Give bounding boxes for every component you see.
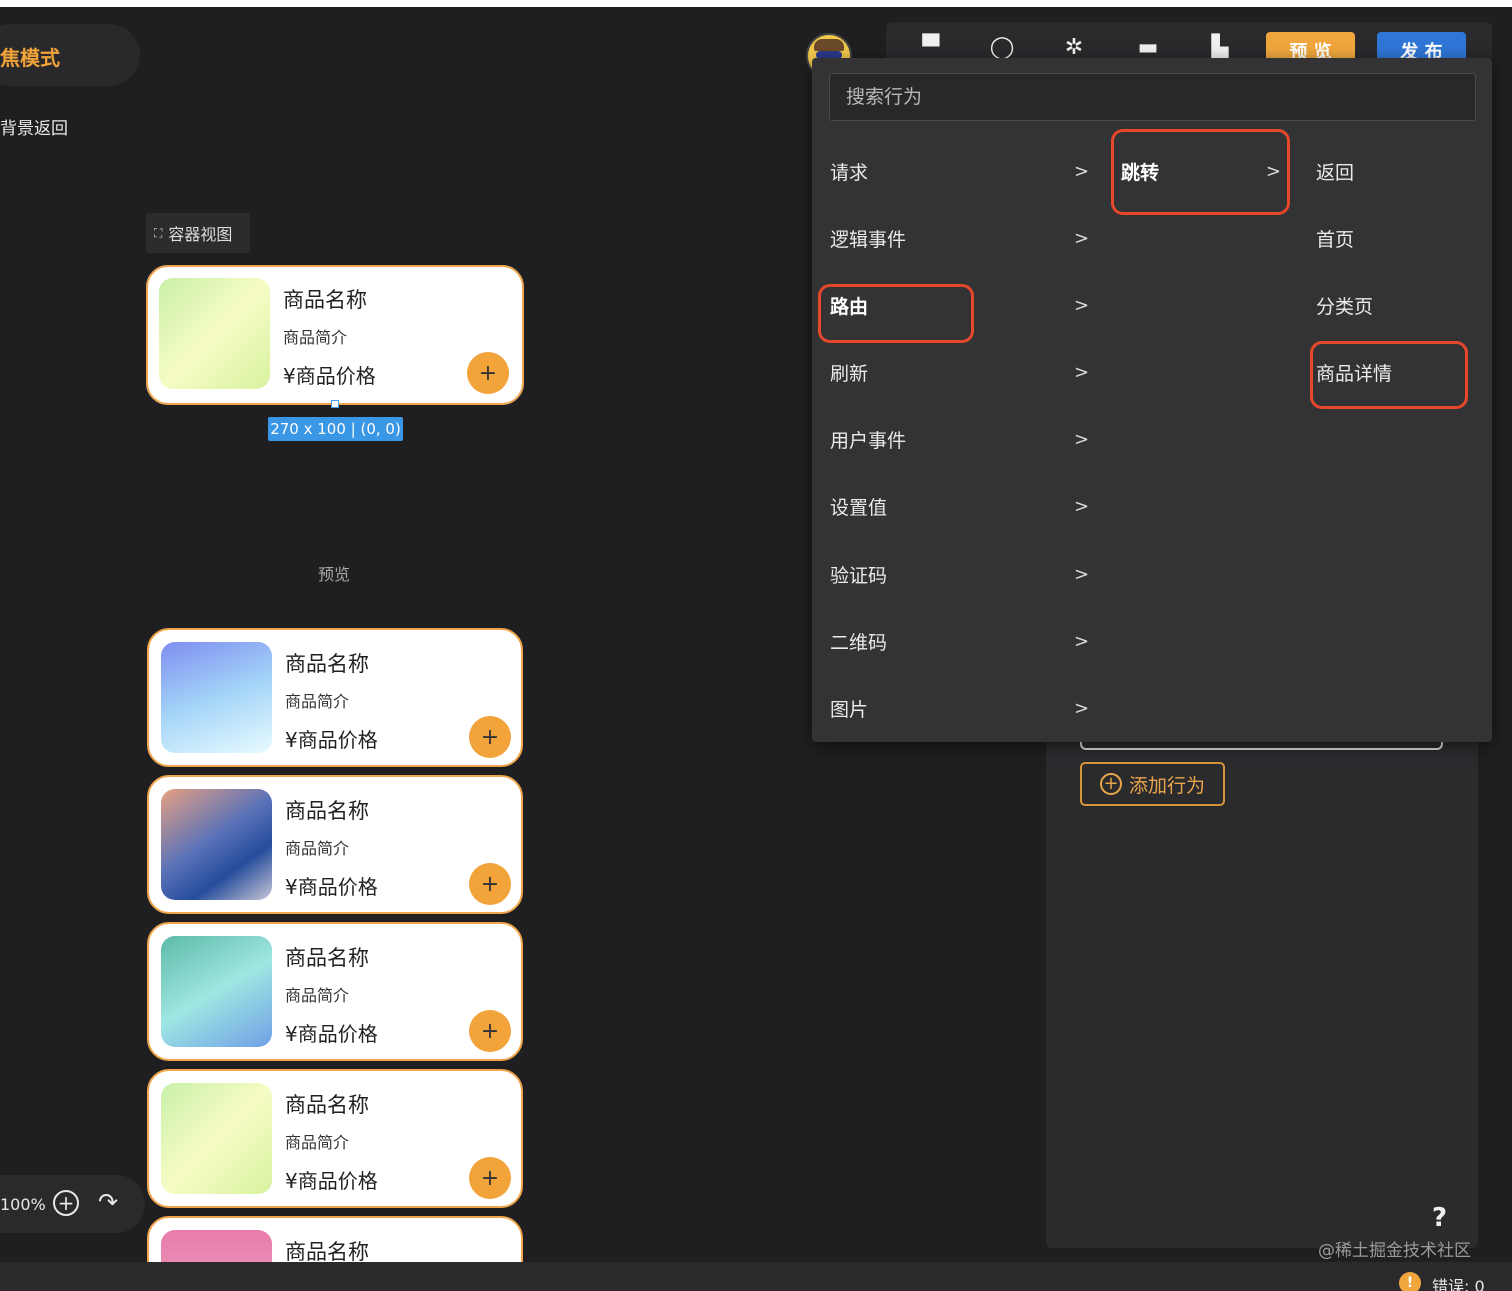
highlight-navigate [1111,129,1290,215]
add-behavior-label: 添加行为 [1128,774,1205,797]
bug-icon[interactable]: ✲ [1060,36,1088,60]
focus-mode-label: 焦模式 [0,46,60,70]
export-icon[interactable]: ▙ [1206,36,1234,60]
properties-panel [1046,740,1478,1248]
add-to-cart-button[interactable]: + [467,352,509,394]
menu-item-label: 用户事件 [830,429,907,452]
chevron-right-icon: > [1074,495,1090,517]
product-name: 商品名称 [285,652,369,676]
preview-section-label: 预览 [318,565,351,584]
save-icon[interactable]: ▀ [917,36,945,60]
product-desc: 商品简介 [285,1133,350,1152]
product-desc: 商品简介 [283,328,348,347]
selected-product-card[interactable]: 商品名称 商品简介 ¥商品价格 + [146,265,524,405]
menu-item-logic-event[interactable]: 逻辑事件 > [830,218,1090,258]
product-desc: 商品简介 [285,986,350,1005]
menu-item-qrcode[interactable]: 二维码 > [830,621,1090,661]
zoom-level: 100% [0,1195,46,1214]
avatar-hat [814,39,844,51]
error-count[interactable]: 错误: 0 [1432,1273,1485,1291]
background-return-option[interactable]: 背景返回 [0,114,68,139]
product-card[interactable]: 商品名称 商品简介 ¥商品价格 + [147,1069,523,1208]
submenu-item-label: 返回 [1316,161,1355,184]
container-view-tag[interactable]: ⛶ 容器视图 [146,213,250,253]
product-card[interactable]: 商品名称 商品简介 ¥商品价格 + [147,922,523,1061]
menu-item-refresh[interactable]: 刷新 > [830,352,1090,392]
chevron-right-icon: > [1074,697,1090,719]
search-icon[interactable]: ◯ [988,36,1016,60]
menu-item-label: 请求 [830,161,869,184]
product-price: ¥商品价格 [285,1022,378,1046]
menu-item-captcha[interactable]: 验证码 > [830,554,1090,594]
add-behavior-button[interactable]: + 添加行为 [1080,762,1225,806]
menu-item-user-event[interactable]: 用户事件 > [830,419,1090,459]
product-price: ¥商品价格 [285,1169,378,1193]
status-bar [0,1262,1512,1291]
submenu-item-label: 分类页 [1316,295,1374,318]
add-to-cart-button[interactable]: + [469,716,511,758]
menu-item-label: 逻辑事件 [830,228,907,251]
chevron-right-icon: > [1074,563,1090,585]
menu-item-label: 二维码 [830,631,888,654]
chevron-right-icon: > [1074,630,1090,652]
container-view-label: 容器视图 [168,225,233,244]
zoom-in-icon[interactable]: + [53,1190,79,1216]
menu-item-request[interactable]: 请求 > [830,151,1090,191]
product-image [159,278,270,389]
product-card[interactable]: 商品名称 商品简介 ¥商品价格 + [147,628,523,767]
expand-icon: ⛶ [154,225,163,240]
chevron-right-icon: > [1074,428,1090,450]
product-image [161,936,272,1047]
menu-item-label: 设置值 [830,496,888,519]
plus-circle-icon: + [1099,773,1122,795]
submenu-item-back[interactable]: 返回 [1316,151,1354,191]
add-to-cart-button[interactable]: + [469,1010,511,1052]
chevron-right-icon: > [1074,227,1090,249]
menu-item-label: 图片 [830,698,869,721]
product-name: 商品名称 [285,946,369,970]
product-desc: 商品简介 [285,692,350,711]
product-desc: 商品简介 [285,839,350,858]
help-icon[interactable]: ? [1432,1203,1447,1233]
product-name: 商品名称 [285,799,369,823]
watermark: @稀土掘金技术社区 [1318,1241,1471,1261]
menu-item-image[interactable]: 图片 > [830,688,1090,728]
chevron-right-icon: > [1074,361,1090,383]
product-image [161,789,272,900]
resize-handle[interactable] [331,400,339,408]
product-card[interactable]: 商品名称 商品简介 ¥商品价格 + [147,775,523,914]
add-to-cart-button[interactable]: + [469,863,511,905]
product-name: 商品名称 [283,288,367,312]
product-image [161,1083,272,1194]
database-icon[interactable]: ▬ [1134,36,1162,60]
add-to-cart-button[interactable]: + [469,1157,511,1199]
top-border [0,0,1512,7]
highlight-product-detail [1310,341,1468,409]
size-position-badge: 270 x 100 | (0, 0) [268,417,403,441]
menu-item-label: 刷新 [830,362,869,385]
chevron-right-icon: > [1074,160,1090,182]
menu-item-label: 验证码 [830,564,888,587]
product-price: ¥商品价格 [283,364,376,388]
menu-item-set-value[interactable]: 设置值 > [830,486,1090,526]
submenu-item-label: 首页 [1316,228,1355,251]
submenu-item-home[interactable]: 首页 [1316,218,1354,258]
behavior-search-input[interactable] [829,73,1476,121]
product-image [161,642,272,753]
product-price: ¥商品价格 [285,875,378,899]
submenu-item-category[interactable]: 分类页 [1316,285,1373,325]
redo-icon[interactable]: ↷ [98,1188,118,1216]
chevron-right-icon: > [1074,294,1090,316]
warning-icon: ! [1399,1272,1421,1291]
highlight-route [818,284,974,343]
product-price: ¥商品价格 [285,728,378,752]
product-name: 商品名称 [285,1093,369,1117]
